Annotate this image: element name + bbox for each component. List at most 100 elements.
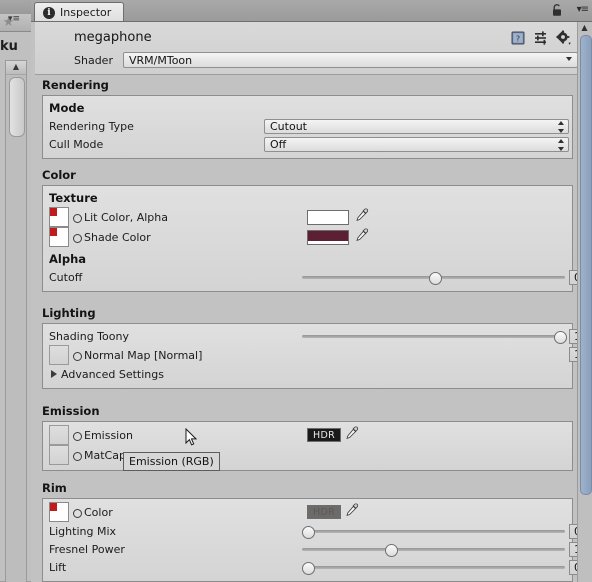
shade-color-label: Shade Color bbox=[84, 230, 151, 244]
fresnel-power-label: Fresnel Power bbox=[49, 542, 125, 556]
row-rendering-type: Rendering Type Cutout bbox=[43, 117, 572, 135]
section-title-rendering: Rendering bbox=[42, 78, 109, 92]
texture-thumbnail-emission[interactable] bbox=[49, 425, 69, 445]
slider-track bbox=[302, 547, 565, 551]
texture-thumbnail-rim-color[interactable] bbox=[49, 502, 69, 522]
row-lit-color: Lit Color, Alpha bbox=[43, 207, 572, 227]
slider-thumb[interactable] bbox=[554, 330, 567, 344]
row-rim-color: Color HDR bbox=[43, 502, 572, 522]
row-lift: Lift 0 bbox=[43, 558, 592, 576]
material-header: megaphone ? Shader VRM/MToon bbox=[35, 22, 578, 75]
fresnel-power-slider[interactable] bbox=[302, 542, 565, 557]
tab-inspector[interactable]: i Inspector bbox=[34, 2, 125, 22]
property-toggle-icon[interactable] bbox=[73, 351, 82, 361]
svg-text:?: ? bbox=[516, 35, 520, 44]
inspector-window: i Inspector ▾≡ megaphone ? Shader VRM/MT… bbox=[31, 0, 592, 582]
property-toggle-icon[interactable] bbox=[73, 233, 82, 243]
chevron-down-icon bbox=[566, 57, 572, 61]
section-title-emission: Emission bbox=[42, 404, 100, 418]
section-rim: Rim Color HDR Lighting Mix Fresnel Power… bbox=[35, 478, 592, 582]
cutoff-slider[interactable] bbox=[302, 270, 565, 285]
shading-toony-slider[interactable] bbox=[302, 329, 567, 344]
rim-box: Color HDR Lighting Mix 0 bbox=[42, 498, 592, 582]
left-panel-scrollbar[interactable]: ▲ bbox=[5, 60, 27, 582]
slider-track bbox=[302, 334, 565, 338]
inspector-scrollbar[interactable]: ▲ bbox=[577, 22, 592, 582]
rendering-box: Mode Rendering Type Cutout Cull Mode Off bbox=[42, 95, 573, 159]
cull-mode-dropdown[interactable]: Off bbox=[264, 136, 569, 152]
rim-color-label: Color bbox=[84, 505, 113, 519]
rendering-type-value: Cutout bbox=[270, 119, 307, 133]
cull-mode-value: Off bbox=[270, 137, 287, 151]
left-panel-truncated-label: ku bbox=[0, 39, 18, 54]
lift-slider[interactable] bbox=[302, 560, 565, 575]
stepper-arrows-icon bbox=[557, 138, 564, 151]
help-book-icon[interactable]: ? bbox=[510, 30, 526, 46]
shader-label: Shader bbox=[74, 53, 113, 67]
inspector-menu-icon[interactable]: ▾≡ bbox=[577, 4, 589, 15]
row-shade-color: Shade Color bbox=[43, 227, 572, 247]
slider-track bbox=[302, 529, 565, 533]
row-emission: Emission HDR bbox=[43, 425, 572, 445]
property-toggle-icon[interactable] bbox=[73, 213, 82, 223]
mouse-cursor bbox=[185, 428, 197, 446]
row-cutoff: Cutoff 0.5 bbox=[43, 268, 592, 286]
property-toggle-icon[interactable] bbox=[73, 508, 82, 518]
rendering-type-dropdown[interactable]: Cutout bbox=[264, 118, 569, 134]
eyedropper-icon[interactable] bbox=[345, 503, 359, 517]
lock-icon[interactable] bbox=[551, 4, 563, 17]
property-toggle-icon[interactable] bbox=[73, 451, 82, 461]
alpha-bar bbox=[308, 240, 348, 244]
eyedropper-icon[interactable] bbox=[345, 426, 359, 440]
chevron-right-icon bbox=[51, 370, 57, 378]
preset-icon[interactable] bbox=[533, 30, 549, 46]
lift-label: Lift bbox=[49, 560, 67, 574]
texture-thumbnail-shade-color[interactable] bbox=[49, 227, 69, 247]
row-shading-toony: Shading Toony 1 bbox=[43, 327, 592, 345]
scroll-up-arrow-icon[interactable]: ▲ bbox=[6, 61, 26, 75]
left-panel: ★ ku ▲ bbox=[0, 14, 32, 582]
emission-box: Emission HDR MatCap bbox=[42, 421, 573, 471]
scrollbar-thumb[interactable] bbox=[580, 35, 592, 495]
section-rendering: Rendering Mode Rendering Type Cutout Cul… bbox=[35, 75, 578, 159]
eyedropper-icon[interactable] bbox=[355, 228, 369, 242]
texture-thumbnail-normal-map[interactable] bbox=[49, 345, 69, 365]
tab-label: Inspector bbox=[60, 6, 112, 19]
section-title-rim: Rim bbox=[42, 481, 67, 495]
shading-toony-label: Shading Toony bbox=[49, 329, 129, 343]
advanced-settings-foldout[interactable]: Advanced Settings bbox=[43, 365, 572, 383]
lighting-mix-label: Lighting Mix bbox=[49, 524, 117, 538]
scroll-up-arrow-icon[interactable]: ▲ bbox=[578, 22, 591, 34]
row-lighting-mix: Lighting Mix 0 bbox=[43, 522, 592, 540]
tooltip: Emission (RGB) bbox=[123, 452, 220, 471]
slider-thumb[interactable] bbox=[302, 561, 315, 575]
shader-dropdown[interactable]: VRM/MToon bbox=[123, 52, 578, 68]
slider-thumb[interactable] bbox=[428, 271, 442, 285]
texture-thumbnail-matcap[interactable] bbox=[49, 445, 69, 465]
inspector-tabstrip: i Inspector ▾≡ bbox=[31, 0, 592, 22]
slider-thumb[interactable] bbox=[384, 543, 398, 557]
section-lighting: Lighting Shading Toony 1 Normal Map [Nor bbox=[35, 303, 592, 389]
slider-thumb[interactable] bbox=[302, 525, 315, 539]
cull-mode-label: Cull Mode bbox=[49, 137, 104, 151]
lighting-mix-slider[interactable] bbox=[302, 524, 565, 539]
property-toggle-icon[interactable] bbox=[73, 431, 82, 441]
shader-dropdown-value: VRM/MToon bbox=[129, 53, 193, 67]
emission-label: Emission bbox=[84, 428, 133, 442]
left-panel-menu-icon[interactable]: ▾≡ bbox=[8, 14, 32, 25]
info-circle-icon: i bbox=[43, 6, 55, 19]
section-title-lighting: Lighting bbox=[42, 306, 96, 320]
screen: ★ ku ▲ ▾≡ i Inspector ▾≡ megaphone ? Sha… bbox=[0, 0, 592, 582]
rim-color-swatch[interactable]: HDR bbox=[307, 505, 341, 519]
eyedropper-icon[interactable] bbox=[355, 208, 369, 222]
stepper-arrows-icon bbox=[557, 120, 564, 133]
emission-hdr-swatch[interactable]: HDR bbox=[307, 428, 341, 442]
row-fresnel-power: Fresnel Power 1 bbox=[43, 540, 592, 558]
scrollbar-thumb[interactable] bbox=[9, 77, 25, 137]
lit-color-label: Lit Color, Alpha bbox=[84, 210, 168, 224]
gear-icon[interactable] bbox=[556, 30, 572, 46]
color-swatch-shade-color[interactable] bbox=[307, 229, 349, 245]
matcap-label: MatCap bbox=[84, 448, 126, 462]
texture-thumbnail-lit-color[interactable] bbox=[49, 207, 69, 227]
color-swatch-lit-color[interactable] bbox=[307, 209, 349, 225]
